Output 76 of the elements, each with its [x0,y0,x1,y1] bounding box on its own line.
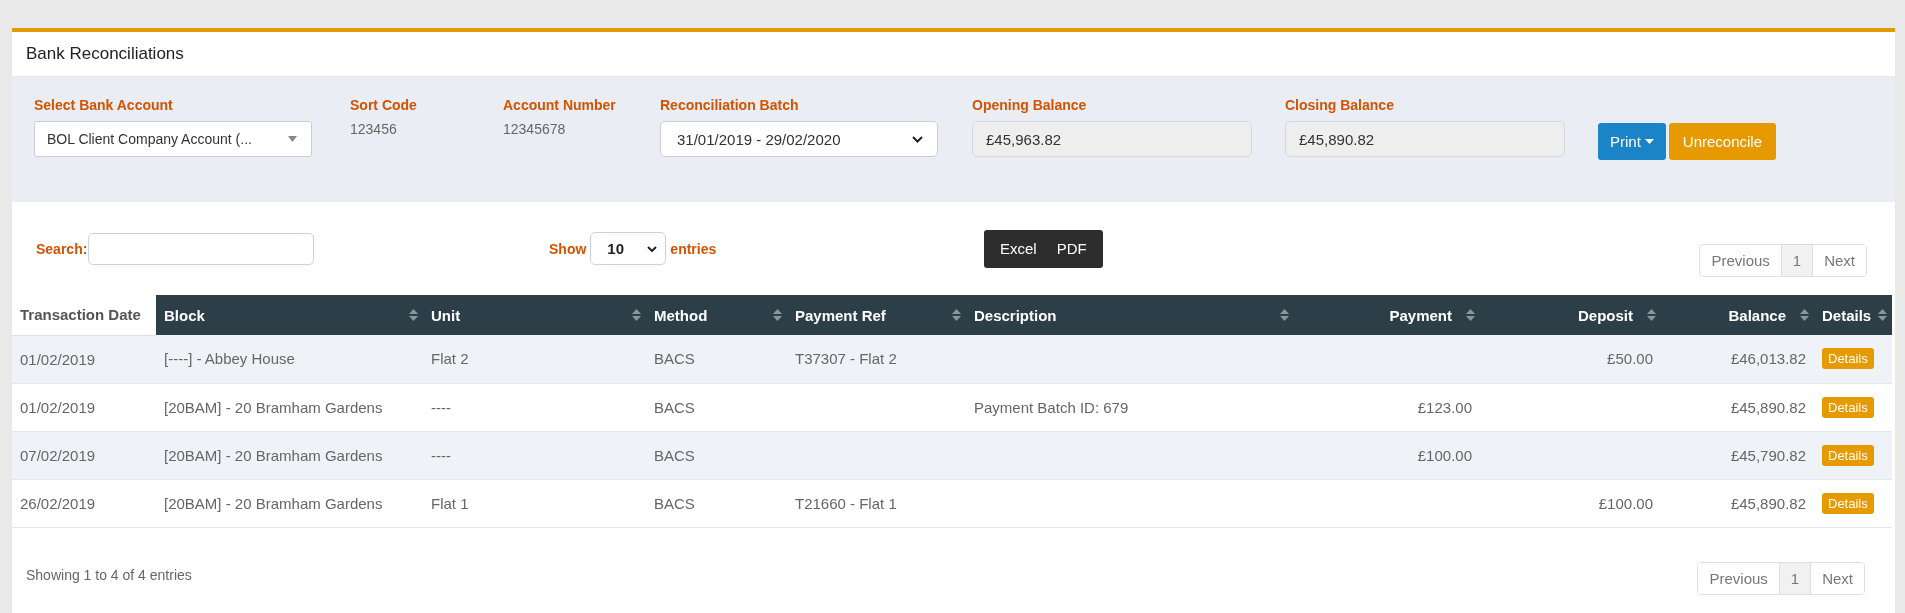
chevron-down-icon [912,135,923,143]
table-cell: £45,790.82 [1661,431,1814,479]
table-cell: £50.00 [1480,335,1661,383]
field-label: Opening Balance [972,97,1088,113]
table-cell: [20BAM] - 20 Bramham Gardens [156,383,423,431]
field-label: Reconciliation Batch [660,97,800,113]
sort-icon [1280,309,1289,321]
column-header[interactable]: Payment [1294,295,1480,335]
table-cell: £45,890.82 [1661,479,1814,527]
chevron-down-icon [647,245,658,252]
sort-icon [952,309,961,321]
search-field[interactable] [88,232,315,265]
opening-balance-field[interactable]: £45,963.82 [972,121,1252,157]
account-number-value: 12345678 [503,121,567,137]
page-length-select[interactable]: 10 [590,232,667,265]
table-cell: 01/02/2019 [12,335,156,383]
table-cell: £100.00 [1480,479,1661,527]
table-cell: ---- [423,431,646,479]
search-label: Search: [36,240,88,257]
table-cell: [----] - Abbey House [156,335,423,383]
table-cell: T37307 - Flat 2 [787,335,966,383]
sort-icon [1878,309,1887,321]
table-cell: BACS [646,431,787,479]
table-cell: T21660 - Flat 1 [787,479,966,527]
dropdown-triangle-icon [288,136,297,142]
column-header[interactable]: Payment Ref [787,295,966,335]
column-header[interactable]: Details [1814,295,1892,335]
table-cell: £123.00 [1294,383,1480,431]
field-label: Closing Balance [1285,97,1395,113]
table-cell: BACS [646,479,787,527]
sort-icon [1800,309,1809,321]
entries-label: entries [670,240,717,257]
table-cell: £100.00 [1294,431,1480,479]
reconciliation-batch-select[interactable]: 31/01/2019 - 29/02/2020 [660,121,938,157]
table-cell: 26/02/2019 [12,479,156,527]
column-header[interactable]: Description [966,295,1294,335]
table-info: Showing 1 to 4 of 4 entries [26,567,192,583]
show-label: Show [549,240,587,257]
table-cell: 07/02/2019 [12,431,156,479]
sort-code-value: 123456 [350,121,398,137]
column-header[interactable]: Deposit [1480,295,1661,335]
table-cell: Flat 2 [423,335,646,383]
pagination-button[interactable]: Next [1810,562,1864,594]
table-cell: Flat 1 [423,479,646,527]
table-cell: Payment Batch ID: 679 [966,383,1294,431]
closing-balance-field[interactable]: £45,890.82 [1285,121,1565,157]
sort-icon [632,309,641,321]
field-label: Select Bank Account [34,97,174,113]
column-header[interactable]: Block [156,295,423,335]
print-button[interactable]: Print [1598,123,1666,160]
pagination-button[interactable]: 1 [1778,562,1811,594]
table-cell: [20BAM] - 20 Bramham Gardens [156,479,423,527]
caret-icon [1644,139,1654,144]
pagination-button[interactable]: Next [1812,245,1866,276]
table-cell: BACS [646,335,787,383]
column-header[interactable]: Balance [1661,295,1814,335]
field-label: Account Number [503,97,617,113]
panel-title: Bank Reconciliations [26,44,184,64]
pagination-button[interactable]: 1 [1780,245,1813,276]
table-cell: £45,890.82 [1661,383,1814,431]
table-cell: 01/02/2019 [12,383,156,431]
column-header[interactable]: Method [646,295,787,335]
table-cell: [20BAM] - 20 Bramham Gardens [156,431,423,479]
export-button[interactable]: Excel [990,229,1047,268]
sort-icon [1647,309,1656,321]
column-header[interactable]: Transaction Date [12,295,156,335]
table-cell: £46,013.82 [1661,335,1814,383]
field-label: Sort Code [350,97,418,113]
sort-icon [1466,309,1475,321]
bank-account-select[interactable]: BOL Client Company Account (... [34,121,312,157]
sort-icon [773,309,782,321]
table-cell: BACS [646,383,787,431]
export-button[interactable]: PDF [1046,229,1097,268]
column-header[interactable]: Unit [423,295,646,335]
sort-icon [409,309,418,321]
table-cell: ---- [423,383,646,431]
